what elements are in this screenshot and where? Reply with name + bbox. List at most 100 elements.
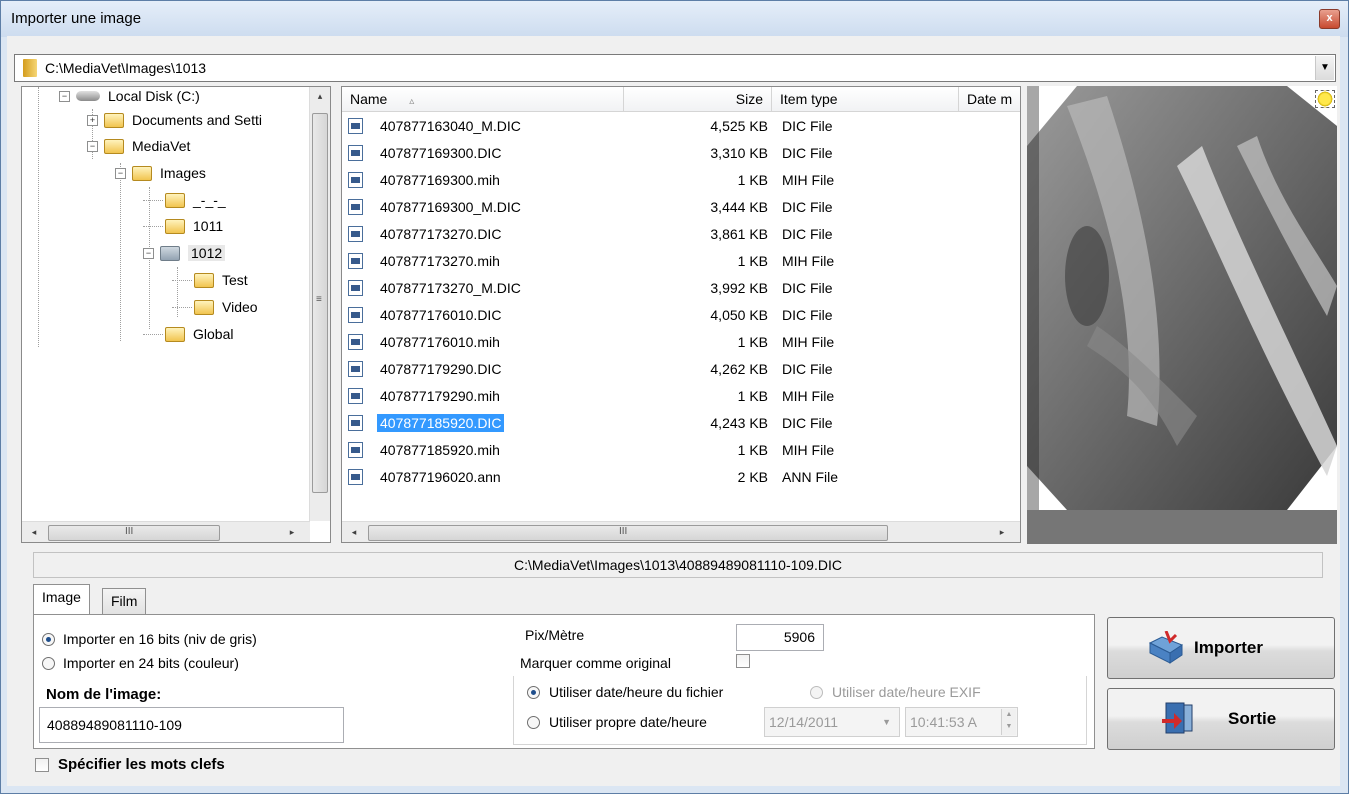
column-header-label: Name [350, 91, 388, 107]
use-file-date-radio[interactable] [527, 686, 540, 699]
file-row[interactable]: 407877176010.mih 1 KB MIH File [342, 329, 1020, 355]
path-combo-box[interactable]: C:\MediaVet\Images\1013 ▼ [14, 54, 1336, 82]
file-icon [348, 388, 363, 404]
file-row[interactable]: 407877179290.DIC 4,262 KB DIC File [342, 356, 1020, 382]
file-row[interactable]: 407877196020.ann 2 KB ANN File [342, 464, 1020, 490]
exit-door-icon [1162, 702, 1193, 734]
spin-down-icon[interactable]: ▼ [1002, 721, 1016, 733]
tree-collapse-icon[interactable]: − [59, 90, 70, 102]
file-row[interactable]: 407877176010.DIC 4,050 KB DIC File [342, 302, 1020, 328]
file-name: 407877169300.mih [380, 172, 500, 188]
file-type: ANN File [782, 469, 839, 485]
file-row[interactable]: 407877169300.DIC 3,310 KB DIC File [342, 140, 1020, 166]
title-bar[interactable]: Importer une image x [1, 1, 1348, 37]
scroll-right-icon[interactable]: ▸ [284, 527, 300, 538]
exit-button[interactable]: Sortie [1107, 688, 1335, 750]
file-size: 4,050 KB [710, 307, 768, 323]
column-header-size[interactable]: Size [624, 87, 772, 111]
file-name: 407877173270.mih [380, 253, 500, 269]
keywords-checkbox[interactable] [35, 758, 49, 772]
tab-film[interactable]: Film [102, 588, 147, 614]
close-button[interactable]: x [1319, 9, 1340, 29]
tree-vertical-scrollbar[interactable]: ▴ ≡ [309, 87, 330, 521]
file-row[interactable]: 407877163040_M.DIC 4,525 KB DIC File [342, 113, 1020, 139]
file-row[interactable]: 407877169300.mih 1 KB MIH File [342, 167, 1020, 193]
tree-collapse-icon[interactable]: − [115, 167, 126, 179]
file-size: 1 KB [737, 253, 768, 269]
tree-node-global[interactable]: Global [143, 323, 233, 345]
file-row[interactable]: 407877185920.mih 1 KB MIH File [342, 437, 1020, 463]
tab-image[interactable]: Image [33, 584, 90, 614]
tree-horizontal-scroll-thumb[interactable]: III [48, 525, 220, 541]
file-type: MIH File [782, 253, 835, 269]
folder-tree[interactable]: − Local Disk (C:) + Documents and Setti … [21, 86, 331, 543]
scroll-left-icon[interactable]: ◂ [346, 527, 362, 538]
preview-footer [1027, 510, 1337, 544]
tree-horizontal-scrollbar[interactable]: ◂ III ▸ [22, 521, 310, 542]
folder-icon [194, 272, 214, 288]
tree-node-1011[interactable]: 1011 [143, 215, 223, 237]
mark-original-checkbox[interactable] [736, 654, 750, 668]
tree-node-documents-and-settings[interactable]: + Documents and Setti [87, 109, 262, 131]
tree-expand-icon[interactable]: + [87, 114, 98, 126]
tree-guide-line [143, 333, 163, 335]
file-type: DIC File [782, 361, 833, 377]
list-horizontal-scrollbar[interactable]: ◂ III ▸ [342, 521, 1020, 542]
use-exif-date-radio[interactable] [810, 686, 823, 699]
import-16bit-radio[interactable] [42, 633, 55, 646]
column-header-item-type[interactable]: Item type [772, 87, 959, 111]
use-own-date-radio[interactable] [527, 716, 540, 729]
tree-node-mediavet[interactable]: − MediaVet [87, 135, 190, 157]
file-size: 3,861 KB [710, 226, 768, 242]
file-list[interactable]: Name ▵ Size Item type Date m 40787716304… [341, 86, 1021, 543]
file-row[interactable]: 407877185920.DIC 4,243 KB DIC File [342, 410, 1020, 436]
tree-node-label: Images [160, 165, 206, 181]
column-header-date[interactable]: Date m [959, 87, 1020, 111]
file-row[interactable]: 407877173270.mih 1 KB MIH File [342, 248, 1020, 274]
file-row[interactable]: 407877169300_M.DIC 3,444 KB DIC File [342, 194, 1020, 220]
time-spinner[interactable]: ▲ ▼ [1001, 709, 1016, 735]
file-type: MIH File [782, 334, 835, 350]
list-horizontal-scroll-thumb[interactable]: III [368, 525, 888, 541]
tree-node-underscore[interactable]: _-_-_ [143, 189, 226, 211]
spin-up-icon[interactable]: ▲ [1002, 709, 1016, 721]
tree-node-1012[interactable]: − 1012 [143, 242, 226, 264]
file-row[interactable]: 407877179290.mih 1 KB MIH File [342, 383, 1020, 409]
tree-node-label: 1012 [188, 245, 226, 261]
file-icon [348, 361, 363, 377]
tree-node-images[interactable]: − Images [115, 162, 206, 184]
brightness-icon[interactable] [1315, 90, 1335, 108]
chevron-down-icon[interactable]: ▼ [1315, 56, 1334, 80]
date-picker[interactable]: 12/14/2011 ▼ [764, 707, 900, 737]
file-icon [348, 226, 363, 242]
tree-vertical-scroll-thumb[interactable]: ≡ [312, 113, 328, 493]
file-size: 4,262 KB [710, 361, 768, 377]
tree-node-video[interactable]: Video [172, 296, 258, 318]
tree-collapse-icon[interactable]: − [87, 140, 98, 152]
scroll-left-icon[interactable]: ◂ [26, 527, 42, 538]
scroll-up-icon[interactable]: ▴ [312, 91, 328, 102]
tree-node-label: _-_-_ [193, 192, 226, 208]
import-button[interactable]: Importer [1107, 617, 1335, 679]
chevron-down-icon[interactable]: ▼ [882, 708, 891, 736]
time-picker-value: 10:41:53 A [910, 714, 977, 730]
time-picker[interactable]: 10:41:53 A ▲ ▼ [905, 707, 1018, 737]
tree-node-label: MediaVet [132, 138, 191, 154]
file-name: 407877173270.DIC [380, 226, 502, 242]
tree-node-local-disk[interactable]: − Local Disk (C:) [59, 87, 200, 107]
file-name: 407877169300.DIC [380, 145, 502, 161]
folder-icon [104, 112, 124, 128]
column-header-name[interactable]: Name ▵ [342, 87, 624, 111]
import-24bit-radio[interactable] [42, 657, 55, 670]
file-size: 1 KB [737, 334, 768, 350]
file-row[interactable]: 407877173270_M.DIC 3,992 KB DIC File [342, 275, 1020, 301]
pix-per-meter-input[interactable]: 5906 [736, 624, 824, 651]
tree-collapse-icon[interactable]: − [143, 247, 154, 259]
import-16bit-label: Importer en 16 bits (niv de gris) [63, 631, 257, 647]
file-name: 407877163040_M.DIC [380, 118, 521, 134]
tree-node-test[interactable]: Test [172, 269, 248, 291]
file-row[interactable]: 407877173270.DIC 3,861 KB DIC File [342, 221, 1020, 247]
scroll-right-icon[interactable]: ▸ [994, 527, 1010, 538]
image-name-input[interactable]: 40889489081110-109 [39, 707, 344, 743]
tree-guide-line [120, 163, 121, 341]
